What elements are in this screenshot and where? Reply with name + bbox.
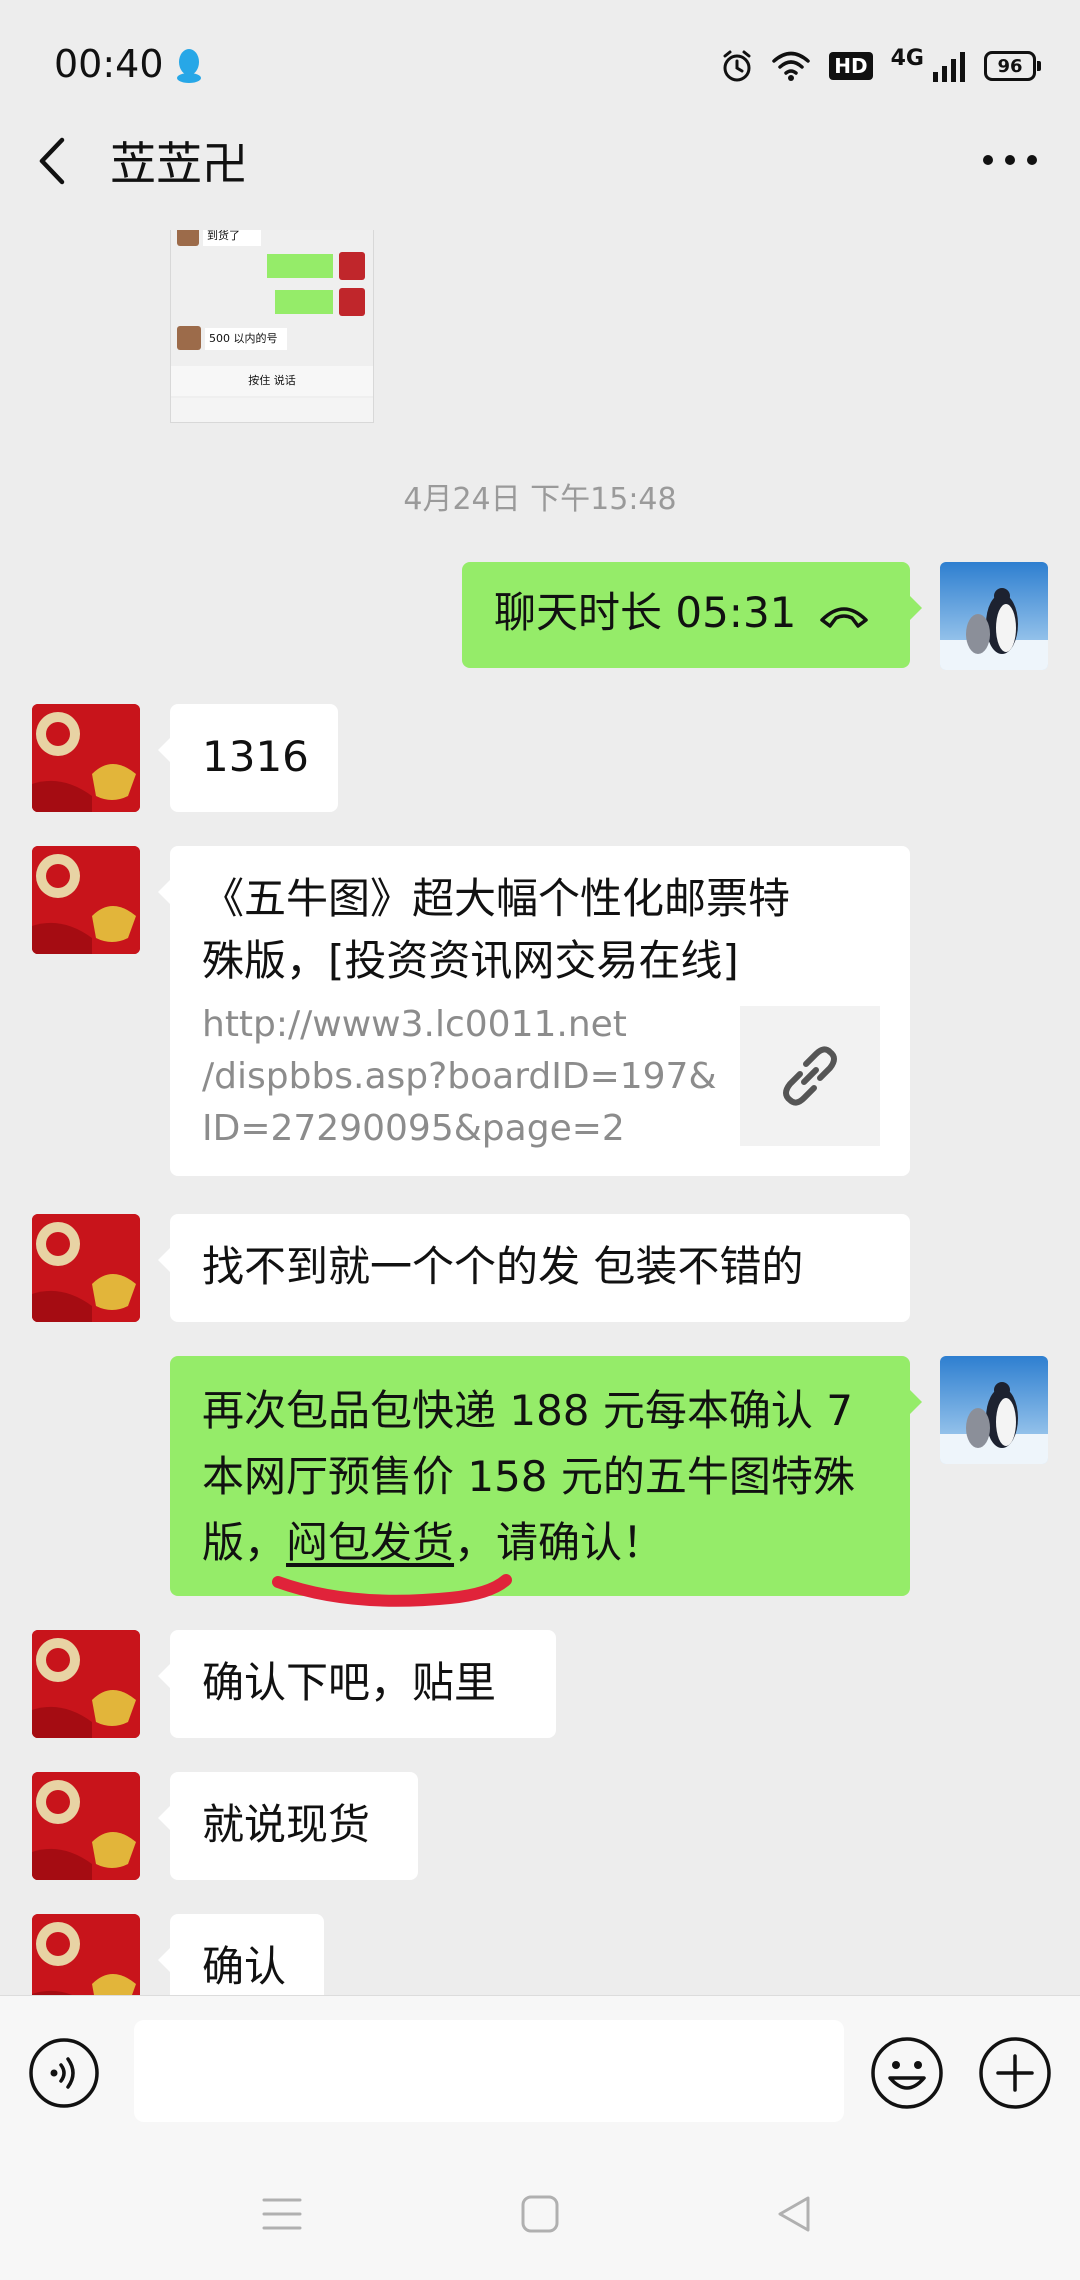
my-avatar[interactable] (940, 1356, 1048, 1464)
link-icon (783, 1046, 837, 1106)
home-icon[interactable] (520, 2194, 560, 2234)
thumbnail-avatar-4 (177, 326, 201, 350)
qq-icon (177, 49, 201, 83)
highlighted-text: 闷包发货 (286, 1518, 455, 1567)
timestamp: 4月24日 下午15:48 (403, 482, 677, 517)
chat-title: 苙苙卍 (110, 137, 248, 191)
menu-icon[interactable] (262, 2196, 302, 2232)
sent-text-line2: 本网厅预售价 158 元的五牛图特殊 (202, 1452, 855, 1501)
message-text: 确认 (202, 1942, 287, 1991)
thumbnail-avatar (177, 230, 199, 246)
link-title-line1: 《五牛图》超大幅个性化邮票特 (202, 874, 791, 923)
thumbnail-input-bar: 按住 说话 (171, 366, 373, 396)
signal-icon (933, 52, 965, 82)
battery-level: 96 (997, 55, 1023, 77)
red-underline-annotation (272, 1574, 512, 1607)
thumbnail-text-2: 500 以内的号 (205, 328, 287, 350)
my-avatar[interactable] (940, 562, 1048, 670)
more-icon[interactable] (980, 150, 1040, 170)
sent-text-line3-pre: 版， (202, 1518, 287, 1567)
contact-avatar[interactable] (32, 1214, 140, 1322)
message-text: 确认下吧，贴里 (202, 1658, 497, 1707)
wifi-icon (772, 51, 811, 81)
thumbnail-avatar-2 (339, 252, 365, 280)
screenshot-thumbnail[interactable]: 到货了 500 以内的号 按住 说话 (170, 230, 374, 423)
back-nav-icon[interactable] (776, 2194, 812, 2234)
link-card[interactable]: 《五牛图》超大幅个性化邮票特 殊版，[投资资讯网交易在线] http://www… (158, 846, 910, 1176)
message-bubble[interactable]: 找不到就一个个的发 包装不错的 (158, 1214, 910, 1322)
call-duration-text: 聊天时长 05:31 (494, 588, 797, 637)
contact-avatar[interactable] (32, 846, 140, 954)
link-url-line2: /dispbbs.asp?boardID=197& (202, 1056, 717, 1097)
contact-avatar[interactable] (32, 1914, 140, 1995)
phone-icon (820, 607, 868, 628)
sent-text-line1: 再次包品包快递 188 元每本确认 7 (202, 1386, 853, 1435)
chat-area[interactable]: 到货了 500 以内的号 按住 说话 4月24日 下午15:48 聊天时长 05… (0, 230, 1080, 1995)
thumbnail-green-2 (275, 290, 333, 314)
link-url-line1: http://www3.lc0011.net (202, 1004, 627, 1045)
thumbnail-text-1: 到货了 (203, 230, 261, 246)
link-thumbnail (740, 1006, 880, 1146)
voice-icon[interactable] (28, 2037, 100, 2109)
message-bubble[interactable]: 确认下吧，贴里 (158, 1630, 556, 1738)
thumbnail-avatar-3 (339, 288, 365, 316)
message-bubble[interactable]: 就说现货 (158, 1772, 418, 1880)
network-label: 4G (890, 46, 924, 71)
back-icon[interactable] (34, 134, 70, 188)
emoji-icon[interactable] (870, 2036, 944, 2110)
sent-text-line3-post: ，请确认！ (454, 1518, 665, 1567)
thumbnail-green-1 (267, 254, 333, 278)
alarm-icon (723, 50, 751, 82)
contact-avatar[interactable] (32, 1772, 140, 1880)
link-url-line3: ID=27290095&page=2 (202, 1108, 625, 1149)
link-title-line2: 殊版，[投资资讯网交易在线] (202, 936, 739, 985)
message-input[interactable] (134, 2020, 844, 2122)
message-bubble-sent[interactable]: 再次包品包快递 188 元每本确认 7 本网厅预售价 158 元的五牛图特殊 版… (170, 1356, 922, 1607)
message-bubble[interactable]: 确认 (158, 1914, 324, 1995)
thumbnail-nav (171, 398, 373, 422)
message-text: 1316 (202, 732, 309, 781)
contact-avatar[interactable] (32, 704, 140, 812)
status-icons: HD 4G 96 (721, 44, 1041, 88)
add-icon[interactable] (978, 2036, 1052, 2110)
battery-indicator: 96 (984, 51, 1041, 81)
message-text: 找不到就一个个的发 包装不错的 (202, 1242, 804, 1291)
hd-badge: HD (829, 52, 873, 80)
call-record-bubble[interactable]: 聊天时长 05:31 (462, 562, 922, 668)
status-time: 00:40 (54, 42, 164, 86)
sent-text-line3: 版，闷包发货，请确认！ (202, 1512, 664, 1574)
message-text: 就说现货 (202, 1800, 371, 1849)
contact-avatar[interactable] (32, 1630, 140, 1738)
message-bubble[interactable]: 1316 (158, 704, 338, 812)
